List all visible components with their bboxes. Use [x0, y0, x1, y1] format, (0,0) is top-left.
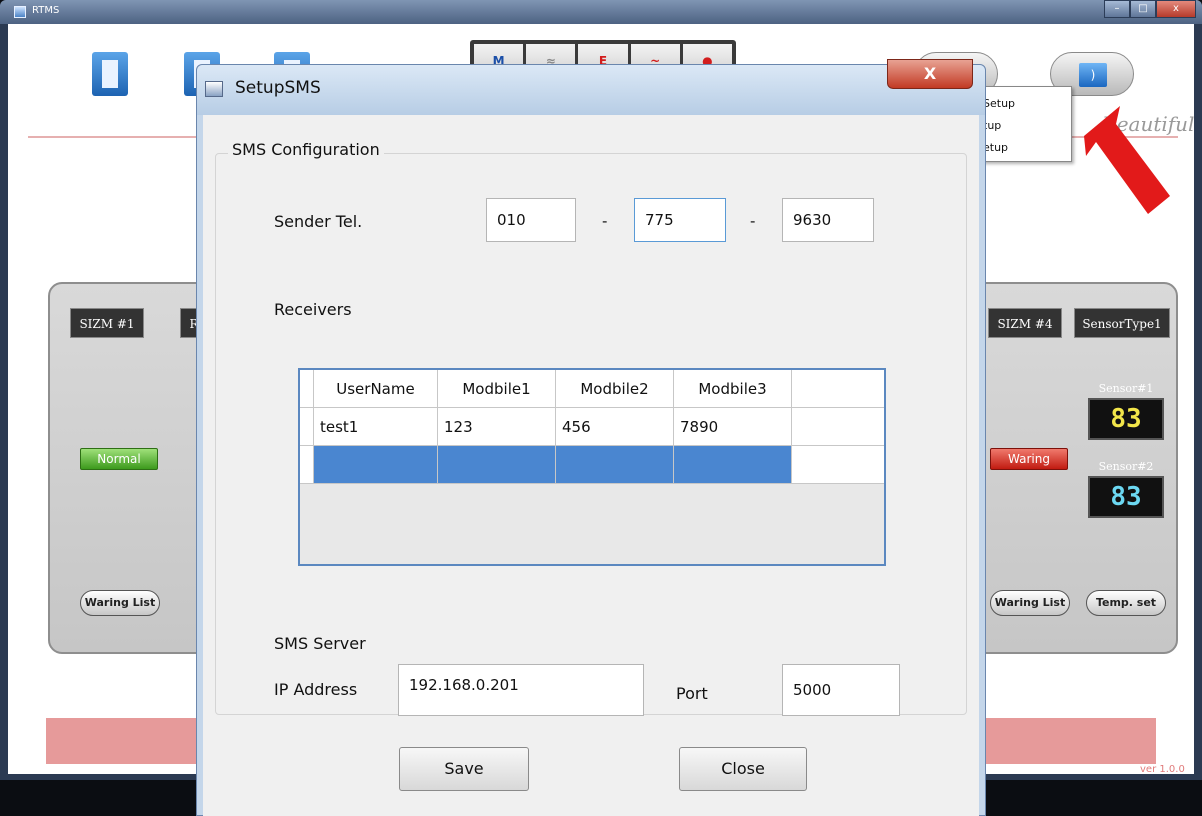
column-header-filler — [792, 370, 884, 408]
grid-cell[interactable]: 123 — [438, 408, 556, 446]
group-title: SMS Configuration — [228, 140, 384, 159]
save-button[interactable]: Save — [399, 747, 529, 791]
zone-label: SIZM #1 — [70, 308, 144, 338]
app-icon — [14, 6, 26, 18]
column-header[interactable]: Modbile1 — [438, 370, 556, 408]
sensor-caption: Sensor#2 — [1098, 460, 1154, 473]
sensor-caption: Sensor#1 — [1098, 382, 1154, 395]
grid-cell[interactable]: 7890 — [674, 408, 792, 446]
grid-header-row: UserName Modbile1 Modbile2 Modbile3 — [300, 370, 884, 408]
ip-address-input[interactable] — [398, 664, 644, 716]
ip-address-label: IP Address — [274, 680, 358, 699]
port-label: Port — [676, 684, 708, 703]
dialog-icon — [205, 81, 223, 97]
dialog-title: SetupSMS — [235, 78, 321, 98]
minimize-button[interactable]: – — [1104, 0, 1130, 18]
zone-label: SIZM #4 — [988, 308, 1062, 338]
temp-set-button[interactable]: Temp. set — [1086, 590, 1166, 616]
red-arrow-icon — [1084, 106, 1170, 214]
grid-cell[interactable]: 456 — [556, 408, 674, 446]
grid-cell[interactable] — [314, 446, 438, 484]
column-header[interactable]: UserName — [314, 370, 438, 408]
grid-cell[interactable] — [438, 446, 556, 484]
column-header[interactable]: Modbile2 — [556, 370, 674, 408]
waring-list-button[interactable]: Waring List — [80, 590, 160, 616]
close-button[interactable]: Close — [679, 747, 807, 791]
receivers-grid[interactable]: UserName Modbile1 Modbile2 Modbile3 test… — [298, 368, 886, 566]
dialog-close-icon[interactable]: X — [887, 59, 973, 89]
main-window-title: RTMS — [32, 5, 60, 16]
main-title-bar: RTMS – □ x — [0, 0, 1202, 24]
sender-tel-part2[interactable] — [634, 198, 726, 242]
row-header — [300, 370, 314, 408]
version-label: ver 1.0.0 — [1140, 764, 1185, 775]
receivers-label: Receivers — [274, 300, 352, 319]
separator: - — [602, 212, 608, 230]
setup-sms-dialog: SetupSMS X SMS Configuration Sender Tel.… — [196, 59, 986, 816]
separator: - — [750, 212, 756, 230]
grid-cell[interactable] — [674, 446, 792, 484]
new-row[interactable] — [300, 446, 884, 484]
dialog-body: SMS Configuration Sender Tel. - - Receiv… — [203, 115, 979, 816]
sender-label: Sender Tel. — [274, 212, 363, 231]
status-badge: Waring — [990, 448, 1068, 470]
row-header — [300, 446, 314, 484]
door-icon[interactable] — [92, 52, 128, 96]
status-badge: Normal — [80, 448, 158, 470]
grid-cell — [792, 446, 884, 484]
main-close-button[interactable]: x — [1156, 0, 1196, 18]
sensor-display: 83 — [1088, 398, 1164, 440]
grid-cell[interactable]: test1 — [314, 408, 438, 446]
sms-server-label: SMS Server — [274, 634, 366, 653]
sender-tel-part1[interactable] — [486, 198, 576, 242]
grid-cell[interactable] — [556, 446, 674, 484]
maximize-button[interactable]: □ — [1130, 0, 1156, 18]
grid-cell — [792, 408, 884, 446]
dialog-title-bar: SetupSMS X — [197, 59, 985, 115]
zone-label: SensorType1 — [1074, 308, 1170, 338]
signal-icon: ) — [1079, 63, 1107, 87]
row-header — [300, 408, 314, 446]
sms-config-group: SMS Configuration Sender Tel. - - Receiv… — [215, 140, 967, 716]
port-input[interactable] — [782, 664, 900, 716]
sender-tel-part3[interactable] — [782, 198, 874, 242]
waring-list-button[interactable]: Waring List — [990, 590, 1070, 616]
column-header[interactable]: Modbile3 — [674, 370, 792, 408]
sensor-display: 83 — [1088, 476, 1164, 518]
table-row[interactable]: test1 123 456 7890 — [300, 408, 884, 446]
